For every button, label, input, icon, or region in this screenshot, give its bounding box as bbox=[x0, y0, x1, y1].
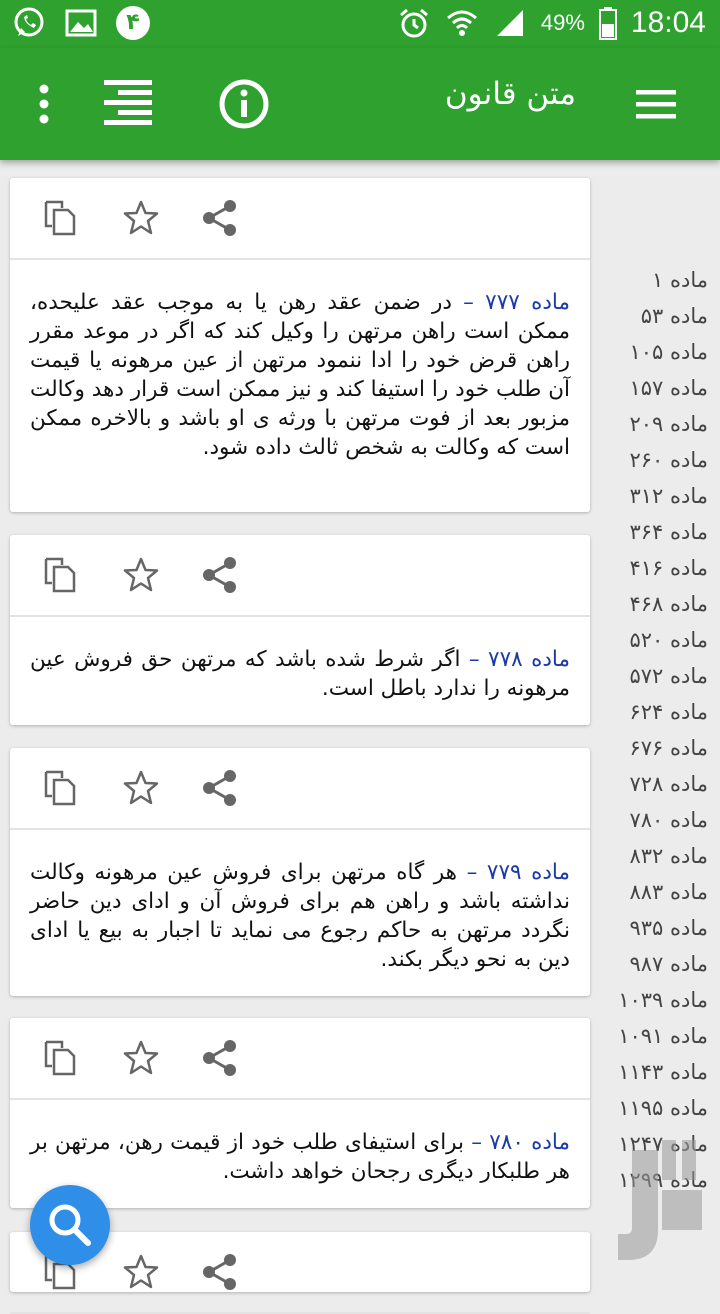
star-icon[interactable] bbox=[121, 1038, 161, 1078]
app-bar: متن قانون bbox=[0, 48, 720, 160]
article-index: ماده ۱ ماده ۵۳ ماده ۱۰۵ ماده ۱۵۷ ماده ۲۰۹ ماد… bbox=[598, 262, 720, 1198]
article-card: ماده ۷۸۰ – برای استیفای طلب خود از قیمت … bbox=[10, 1018, 590, 1208]
card-actions bbox=[10, 1018, 590, 1100]
index-item[interactable]: ماده ۶۷۶ bbox=[598, 730, 720, 766]
index-item[interactable]: ماده ۹۸۷ bbox=[598, 946, 720, 982]
hamburger-menu-icon[interactable] bbox=[628, 76, 684, 132]
status-bar: ۴ 49% 18:04 bbox=[0, 0, 720, 48]
whatsapp-icon bbox=[14, 7, 44, 37]
article-card: ماده ۷۷۷ – در ضمن عقد رهن یا به موجب عقد… bbox=[10, 178, 590, 512]
index-item[interactable]: ماده ۳۱۲ bbox=[598, 478, 720, 514]
star-icon[interactable] bbox=[121, 1252, 161, 1292]
copy-icon[interactable] bbox=[40, 555, 80, 595]
alarm-icon bbox=[399, 8, 428, 38]
battery-percent: 49% bbox=[540, 10, 585, 35]
index-item[interactable]: ماده ۴۶۸ bbox=[598, 586, 720, 622]
share-icon[interactable] bbox=[200, 768, 240, 808]
index-item[interactable]: ماده ۱۱۴۳ bbox=[598, 1054, 720, 1090]
index-item[interactable]: ماده ۸۸۳ bbox=[598, 874, 720, 910]
index-item[interactable]: ماده ۲۰۹ bbox=[598, 406, 720, 442]
article-card: ماده ۷۷۹ – هر گاه مرتهن برای فروش عین مر… bbox=[10, 748, 590, 996]
index-item[interactable]: ماده ۶۲۴ bbox=[598, 694, 720, 730]
share-icon[interactable] bbox=[200, 1252, 240, 1292]
article-number: ماده ۷۷۸ – bbox=[468, 647, 570, 672]
index-item[interactable]: ماده ۵۳ bbox=[598, 298, 720, 334]
article-text: ماده ۷۷۸ – اگر شرط شده باشد که مرتهن حق … bbox=[10, 617, 590, 703]
star-icon[interactable] bbox=[121, 768, 161, 808]
index-item[interactable]: ماده ۴۱۶ bbox=[598, 550, 720, 586]
index-item[interactable]: ماده ۳۶۴ bbox=[598, 514, 720, 550]
index-item[interactable]: ماده ۵۷۲ bbox=[598, 658, 720, 694]
info-icon[interactable] bbox=[216, 76, 272, 132]
star-icon[interactable] bbox=[121, 198, 161, 238]
share-icon[interactable] bbox=[200, 1038, 240, 1078]
index-item[interactable]: ماده ۹۳۵ bbox=[598, 910, 720, 946]
index-item[interactable]: ماده ۲۶۰ bbox=[598, 442, 720, 478]
index-item[interactable]: ماده ۷۸۰ bbox=[598, 802, 720, 838]
index-item[interactable]: ماده ۸۳۲ bbox=[598, 838, 720, 874]
article-text: ماده ۷۸۰ – برای استیفای طلب خود از قیمت … bbox=[10, 1100, 590, 1186]
copy-icon[interactable] bbox=[40, 198, 80, 238]
overflow-menu-icon[interactable] bbox=[20, 76, 68, 132]
index-item[interactable]: ماده ۷۲۸ bbox=[598, 766, 720, 802]
signal-icon bbox=[496, 10, 523, 36]
article-number: ماده ۷۸۰ – bbox=[471, 1130, 570, 1155]
article-number: ماده ۷۷۹ – bbox=[466, 860, 571, 885]
star-icon[interactable] bbox=[121, 555, 161, 595]
article-number: ماده ۷۷۷ – bbox=[463, 290, 570, 315]
article-text: ماده ۷۷۷ – در ضمن عقد رهن یا به موجب عقد… bbox=[10, 260, 590, 462]
index-item[interactable]: ماده ۵۲۰ bbox=[598, 622, 720, 658]
gallery-icon bbox=[65, 9, 97, 37]
search-button[interactable] bbox=[30, 1185, 110, 1265]
article-text: ماده ۷۷۹ – هر گاه مرتهن برای فروش عین مر… bbox=[10, 830, 590, 974]
index-item[interactable]: ماده ۱۰۵ bbox=[598, 334, 720, 370]
list-icon[interactable] bbox=[100, 76, 156, 132]
page-title: متن قانون bbox=[444, 76, 576, 112]
copy-icon[interactable] bbox=[40, 768, 80, 808]
card-actions bbox=[10, 535, 590, 617]
index-item[interactable]: ماده ۱۵۷ bbox=[598, 370, 720, 406]
card-actions bbox=[10, 748, 590, 830]
search-icon bbox=[49, 1204, 91, 1246]
wifi-icon bbox=[446, 10, 477, 36]
share-icon[interactable] bbox=[200, 198, 240, 238]
index-item[interactable]: ماده ۱۰۳۹ bbox=[598, 982, 720, 1018]
article-content: در ضمن عقد رهن یا به موجب عقد علیحده، مم… bbox=[30, 290, 570, 460]
clock: 18:04 bbox=[630, 6, 706, 39]
card-actions bbox=[10, 178, 590, 260]
index-item[interactable]: ماده ۱ bbox=[598, 262, 720, 298]
notification-badge-icon: ۴ bbox=[116, 6, 150, 40]
index-item[interactable]: ماده ۱۰۹۱ bbox=[598, 1018, 720, 1054]
share-icon[interactable] bbox=[200, 555, 240, 595]
app-logo-watermark-icon bbox=[618, 1140, 702, 1260]
article-card: ماده ۷۷۸ – اگر شرط شده باشد که مرتهن حق … bbox=[10, 535, 590, 725]
copy-icon[interactable] bbox=[40, 1038, 80, 1078]
battery-icon bbox=[598, 7, 617, 40]
